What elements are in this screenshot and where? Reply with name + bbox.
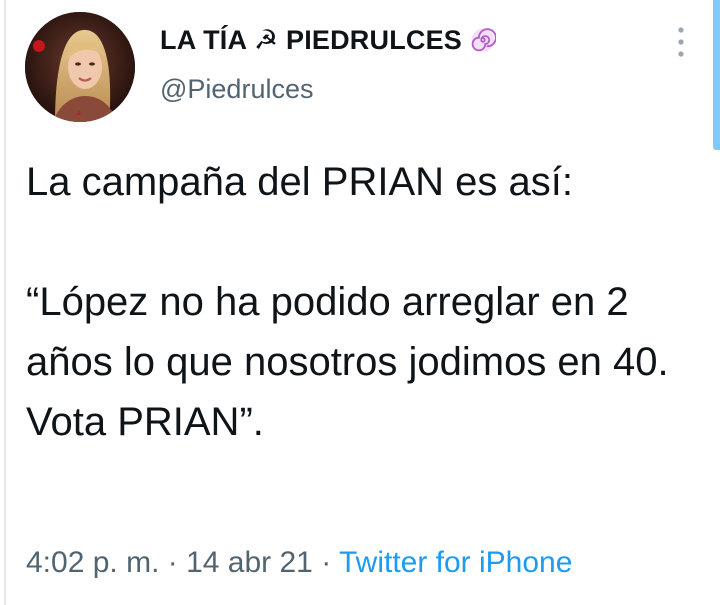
tweet-text: La campaña del PRIAN es así: “López no h… (26, 160, 669, 444)
tweet-time[interactable]: 4:02 p. m. (26, 546, 159, 579)
swirl-icon (470, 27, 497, 53)
tweet-date[interactable]: 14 abr 21 (186, 546, 313, 579)
meta-separator: · (159, 546, 187, 579)
author-name-row[interactable]: LA TÍA ☭ PIEDRULCES (160, 22, 497, 58)
avatar[interactable]: ☭ (25, 12, 135, 122)
avatar-photo-icon: ☭ (25, 12, 135, 122)
display-name[interactable]: LA TÍA ☭ PIEDRULCES (160, 25, 462, 56)
tweet-source-link[interactable]: Twitter for iPhone (339, 546, 572, 579)
svg-text:☭: ☭ (75, 110, 81, 118)
tweet-card[interactable]: ☭ LA TÍA ☭ PIEDRULCES @Piedrulces La cam… (0, 0, 720, 605)
more-options-icon[interactable] (673, 25, 689, 59)
meta-separator: · (312, 546, 339, 579)
tweet-meta: 4:02 p. m. · 14 abr 21 · Twitter for iPh… (26, 546, 572, 580)
handle[interactable]: @Piedrulces (160, 74, 313, 105)
